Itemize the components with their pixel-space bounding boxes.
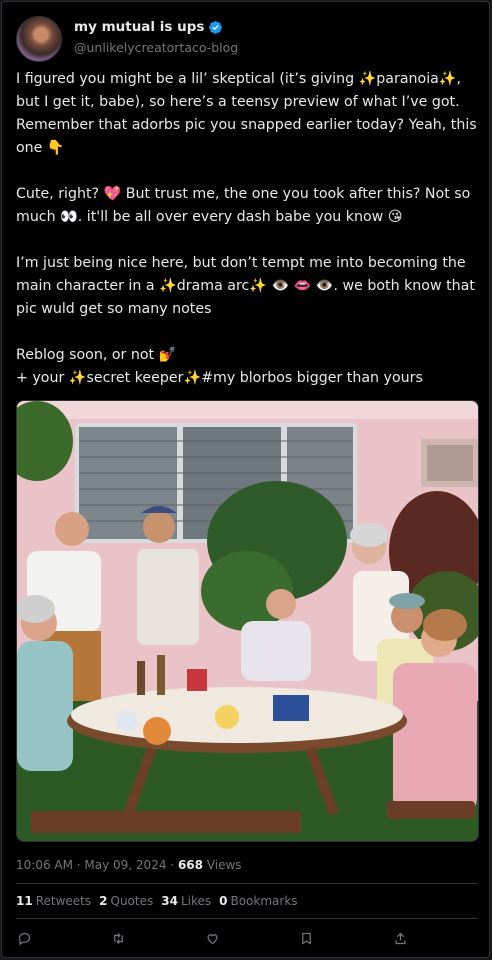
avatar[interactable] (16, 16, 62, 62)
tweet-text: I figured you might be a lil’ skeptical … (16, 68, 478, 390)
bookmark-icon (301, 932, 311, 945)
like-icon (206, 933, 218, 944)
share-button[interactable] (390, 928, 410, 948)
name-row: my mutual is ups (74, 19, 223, 35)
bookmarks-stat[interactable]: 0 Bookmarks (219, 894, 297, 908)
reply-button[interactable] (14, 928, 34, 948)
likes-stat[interactable]: 34 Likes (161, 894, 211, 908)
divider (16, 883, 478, 884)
tweet-card: my mutual is ups @unlikelycreatortaco-bl… (1, 1, 490, 958)
verified-icon (209, 20, 223, 34)
divider (16, 918, 478, 919)
share-icon (395, 932, 405, 944)
tweet-header: my mutual is ups @unlikelycreatortaco-bl… (16, 16, 476, 64)
bookmark-button[interactable] (296, 928, 316, 948)
display-name[interactable]: my mutual is ups (74, 19, 204, 35)
like-button[interactable] (202, 928, 222, 948)
quotes-stat[interactable]: 2 Quotes (99, 894, 153, 908)
photo-illustration (17, 401, 478, 841)
reply-icon (18, 932, 30, 945)
retweet-button[interactable] (108, 928, 128, 948)
retweet-icon (113, 932, 123, 944)
tweet-paragraph: I figured you might be a lil’ skeptical … (16, 71, 477, 156)
engagement-stats: 11 Retweets 2 Quotes 34 Likes 0 Bookmarks (16, 894, 298, 908)
attached-photo[interactable] (16, 400, 479, 842)
handle[interactable]: @unlikelycreatortaco-blog (74, 40, 238, 55)
action-bar (16, 928, 478, 948)
views-label: Views (206, 858, 242, 872)
tweet-paragraph: Reblog soon, or not 💅 + your ✨secret kee… (16, 347, 423, 386)
timestamp[interactable]: 10:06 AM · May 09, 2024 (16, 858, 166, 872)
tweet-paragraph: Cute, right? 💖 But trust me, the one you… (16, 186, 471, 225)
retweets-stat[interactable]: 11 Retweets (16, 894, 91, 908)
tweet-paragraph: I’m just being nice here, but don’t temp… (16, 255, 475, 317)
tweet-meta: 10:06 AM · May 09, 2024 · 668 Views (16, 858, 242, 872)
views-count: 668 (177, 858, 203, 872)
